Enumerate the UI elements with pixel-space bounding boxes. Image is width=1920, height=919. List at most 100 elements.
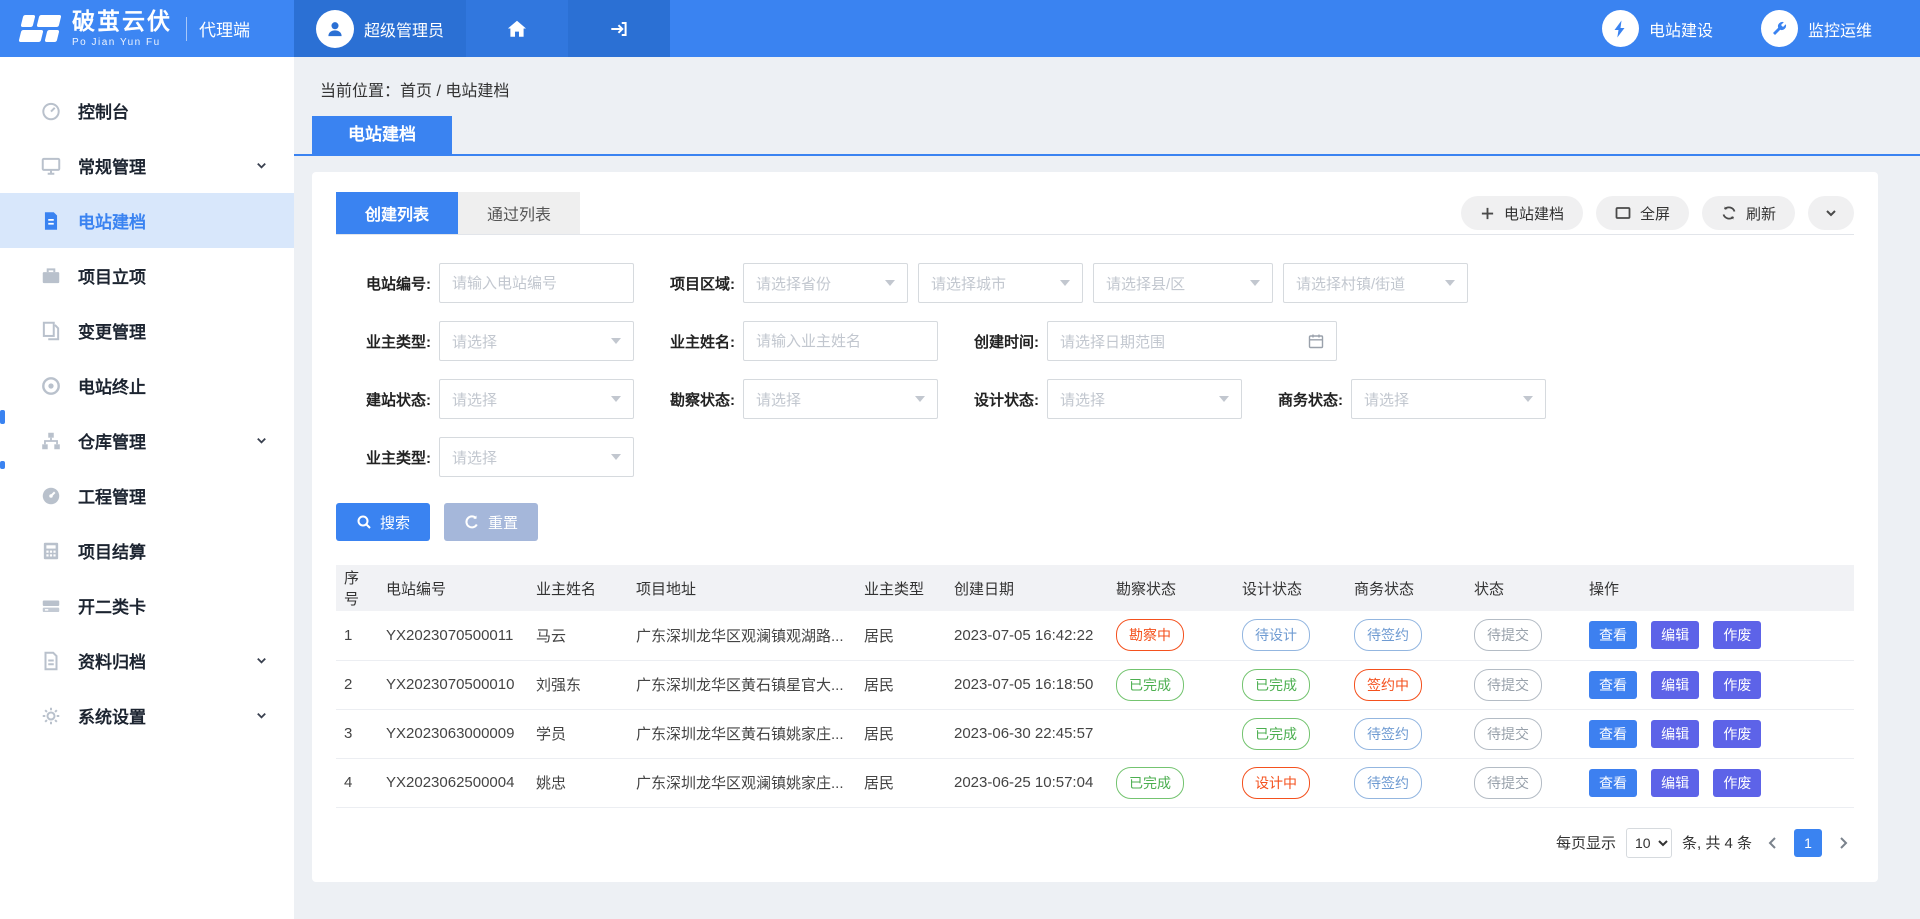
table-header-row: 序号 电站编号 业主姓名 项目地址 业主类型 创建日期 勘察状态 设计状态 商务… xyxy=(336,565,1854,611)
sidebar-item-project-settlement[interactable]: 项目结算 xyxy=(0,523,294,578)
refresh-icon xyxy=(1721,205,1737,221)
speedometer-icon xyxy=(40,485,62,507)
filter-label: 勘察状态: xyxy=(640,389,735,410)
refresh-button[interactable]: 刷新 xyxy=(1702,196,1795,230)
search-button[interactable]: 搜索 xyxy=(336,503,430,541)
owner-type-select[interactable]: 请选择 xyxy=(439,321,634,361)
total-label: 条, 共 4 条 xyxy=(1682,832,1752,853)
sidebar-item-data-archive[interactable]: 资料归档 xyxy=(0,633,294,688)
filter-label: 设计状态: xyxy=(944,389,1039,410)
edit-button[interactable]: 编辑 xyxy=(1651,621,1699,649)
create-station-button[interactable]: 电站建档 xyxy=(1461,196,1583,230)
brand-divider xyxy=(186,17,187,41)
filter-label: 建站状态: xyxy=(336,389,431,410)
filter-create-time: 创建时间: 请选择日期范围 xyxy=(944,321,1337,361)
view-button[interactable]: 查看 xyxy=(1589,621,1637,649)
business-status-select[interactable]: 请选择 xyxy=(1351,379,1546,419)
brand-logo-icon xyxy=(20,13,62,45)
view-button[interactable]: 查看 xyxy=(1589,769,1637,797)
date-range-picker[interactable]: 请选择日期范围 xyxy=(1047,321,1337,361)
tab-create-list[interactable]: 创建列表 xyxy=(336,192,458,234)
user-menu[interactable]: 超级管理员 xyxy=(294,0,466,57)
reset-icon xyxy=(464,514,480,530)
city-select[interactable]: 请选择城市 xyxy=(918,263,1083,303)
page-tab-bar: 电站建档 xyxy=(294,116,1920,156)
edit-button[interactable]: 编辑 xyxy=(1651,769,1699,797)
sidebar-scrollbar-thumb[interactable] xyxy=(0,461,5,469)
person-icon xyxy=(324,18,346,40)
filter-label: 业主类型: xyxy=(336,447,431,468)
reset-button[interactable]: 重置 xyxy=(444,503,538,541)
filter-survey-status: 勘察状态: 请选择 xyxy=(640,379,944,419)
filter-actions: 搜索 重置 xyxy=(336,503,1854,541)
calculator-icon xyxy=(40,540,62,562)
void-button[interactable]: 作废 xyxy=(1713,621,1761,649)
void-button[interactable]: 作废 xyxy=(1713,671,1761,699)
view-button[interactable]: 查看 xyxy=(1589,720,1637,748)
sidebar-item-engineering-mgmt[interactable]: 工程管理 xyxy=(0,468,294,523)
nav-monitor-ops[interactable]: 监控运维 xyxy=(1761,0,1872,57)
table-row: 4 YX2023062500004 姚忠 广东深圳龙华区观澜镇姚家庄... 居民… xyxy=(336,758,1854,807)
main-content: 当前位置：首页 / 电站建档 电站建档 创建列表 通过列表 电站建档 全屏 xyxy=(294,57,1920,919)
survey-status-select[interactable]: 请选择 xyxy=(743,379,938,419)
record-circle-icon xyxy=(40,375,62,397)
home-icon xyxy=(506,18,528,40)
page-number-1[interactable]: 1 xyxy=(1794,829,1822,857)
tab-passed-list[interactable]: 通过列表 xyxy=(458,192,580,234)
per-page-select[interactable]: 10 xyxy=(1626,828,1672,858)
status-badge: 勘察中 xyxy=(1116,619,1184,651)
station-code-input[interactable] xyxy=(439,263,634,303)
owner-name-input[interactable] xyxy=(743,321,938,361)
town-select[interactable]: 请选择村镇/街道 xyxy=(1283,263,1468,303)
status-badge: 已完成 xyxy=(1242,669,1310,701)
logout-button[interactable] xyxy=(568,0,670,57)
caret-down-icon xyxy=(611,454,621,460)
sidebar-item-station-archive[interactable]: 电站建档 xyxy=(0,193,294,248)
caret-down-icon xyxy=(1219,396,1229,402)
dashboard-icon xyxy=(40,100,62,122)
next-page-button[interactable] xyxy=(1832,836,1854,850)
collapse-toolbar-button[interactable] xyxy=(1808,196,1854,230)
sidebar-item-project-initiation[interactable]: 项目立项 xyxy=(0,248,294,303)
edit-button[interactable]: 编辑 xyxy=(1651,671,1699,699)
edit-button[interactable]: 编辑 xyxy=(1651,720,1699,748)
filter-design-status: 设计状态: 请选择 xyxy=(944,379,1248,419)
filter-business-status: 商务状态: 请选择 xyxy=(1248,379,1552,419)
content-card: 创建列表 通过列表 电站建档 全屏 xyxy=(312,172,1878,882)
sidebar-item-console[interactable]: 控制台 xyxy=(0,83,294,138)
filter-row-1: 电站编号: 项目区域: 请选择省份 请选择城市 请选择县/区 请选择村镇 xyxy=(336,263,1854,303)
filter-owner-type: 业主类型: 请选择 xyxy=(336,321,640,361)
view-button[interactable]: 查看 xyxy=(1589,671,1637,699)
province-select[interactable]: 请选择省份 xyxy=(743,263,908,303)
home-button[interactable] xyxy=(466,0,568,57)
sidebar-scrollbar-thumb[interactable] xyxy=(0,410,5,424)
page-tab-station-archive[interactable]: 电站建档 xyxy=(312,116,452,154)
status-badge: 待提交 xyxy=(1474,718,1542,750)
user-name: 超级管理员 xyxy=(364,17,444,41)
filter-station-code: 电站编号: xyxy=(336,263,640,303)
prev-page-button[interactable] xyxy=(1762,836,1784,850)
build-status-select[interactable]: 请选择 xyxy=(439,379,634,419)
nav-station-build[interactable]: 电站建设 xyxy=(1602,0,1713,57)
status-badge: 待签约 xyxy=(1354,718,1422,750)
sidebar-item-change-mgmt[interactable]: 变更管理 xyxy=(0,303,294,358)
sidebar-item-warehouse-mgmt[interactable]: 仓库管理 xyxy=(0,413,294,468)
nav-monitor-ops-label: 监控运维 xyxy=(1808,17,1872,41)
sidebar-item-station-terminate[interactable]: 电站终止 xyxy=(0,358,294,413)
fullscreen-button[interactable]: 全屏 xyxy=(1596,196,1689,230)
design-status-select[interactable]: 请选择 xyxy=(1047,379,1242,419)
nav-station-build-label: 电站建设 xyxy=(1649,17,1713,41)
district-select[interactable]: 请选择县/区 xyxy=(1093,263,1273,303)
sidebar-item-general-mgmt[interactable]: 常规管理 xyxy=(0,138,294,193)
owner-type-select-2[interactable]: 请选择 xyxy=(439,437,634,477)
status-badge: 待提交 xyxy=(1474,669,1542,701)
sidebar: 控制台 常规管理 电站建档 项目立项 xyxy=(0,57,294,919)
void-button[interactable]: 作废 xyxy=(1713,720,1761,748)
status-badge: 已完成 xyxy=(1242,718,1310,750)
sidebar-item-system-settings[interactable]: 系统设置 xyxy=(0,688,294,743)
chevron-down-icon xyxy=(1824,206,1838,220)
sidebar-item-open-type2-card[interactable]: 开二类卡 xyxy=(0,578,294,633)
plus-icon xyxy=(1480,206,1495,221)
void-button[interactable]: 作废 xyxy=(1713,769,1761,797)
sitemap-icon xyxy=(40,430,62,452)
